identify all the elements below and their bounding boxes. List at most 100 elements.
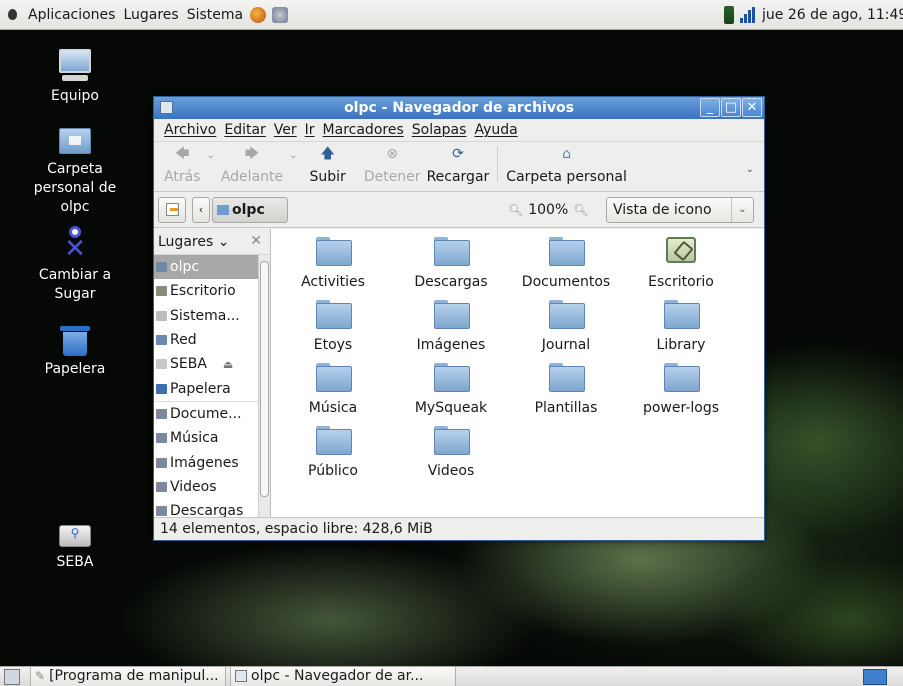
zoom-level[interactable]: 100% bbox=[528, 202, 568, 218]
desktop-icon-home[interactable]: Carpeta personal de olpc bbox=[20, 124, 130, 217]
menu-marcadores[interactable]: Marcadores bbox=[323, 122, 404, 138]
close-button[interactable]: ✕ bbox=[742, 98, 762, 117]
computer-icon bbox=[57, 47, 93, 83]
menu-aplicaciones[interactable]: Aplicaciones bbox=[27, 7, 116, 23]
folder-icon bbox=[316, 426, 352, 455]
toolbar-separator bbox=[497, 145, 499, 182]
workspace-switcher[interactable] bbox=[863, 669, 887, 685]
window-menu-icon[interactable] bbox=[160, 101, 173, 114]
home-icon: ⌂ bbox=[562, 146, 572, 162]
stop-button[interactable]: ⊗ Detener bbox=[358, 145, 427, 185]
file-item[interactable]: power-logs bbox=[622, 363, 740, 416]
path-button-olpc[interactable]: olpc bbox=[212, 196, 288, 223]
file-item[interactable]: Activities bbox=[274, 237, 392, 290]
desktop-icon-label: Equipo bbox=[51, 88, 99, 104]
reload-button[interactable]: ⟳ Recargar bbox=[427, 145, 496, 185]
file-item[interactable]: Público bbox=[274, 426, 392, 479]
sidebar-scrollbar[interactable] bbox=[258, 255, 270, 517]
sidebar-item-descargas[interactable]: Descargas bbox=[154, 499, 270, 517]
edit-location-icon bbox=[165, 203, 179, 216]
browser-launcher-icon[interactable] bbox=[250, 6, 267, 23]
file-item[interactable]: Documentos bbox=[507, 237, 625, 290]
icon-view: Activities Descargas Documentos Escritor… bbox=[271, 229, 764, 517]
eject-icon[interactable]: ⏏ bbox=[223, 358, 233, 371]
file-item[interactable]: Imágenes bbox=[392, 300, 510, 353]
menu-lugares[interactable]: Lugares bbox=[122, 7, 179, 23]
sidebar-item-papelera[interactable]: Papelera bbox=[154, 376, 270, 400]
file-item[interactable]: MySqueak bbox=[392, 363, 510, 416]
scrollbar-thumb[interactable] bbox=[260, 261, 269, 497]
sidebar-type-select[interactable]: Lugares ⌄ bbox=[158, 234, 229, 250]
usb-drive-icon: ⚲ bbox=[59, 523, 91, 549]
desktop-icon-equipo[interactable]: Equipo bbox=[20, 47, 130, 106]
folder-icon bbox=[434, 300, 470, 329]
menu-solapas[interactable]: Solapas bbox=[412, 122, 467, 138]
back-button[interactable]: 🡄 Atrás bbox=[158, 145, 206, 185]
arrow-right-icon: 🡆 bbox=[244, 146, 260, 162]
show-desktop-icon[interactable] bbox=[4, 668, 20, 685]
chevron-down-icon: ⌄ bbox=[731, 198, 753, 222]
sidebar-item-imagenes[interactable]: Imágenes bbox=[154, 450, 270, 474]
home-button[interactable]: ⌂ Carpeta personal bbox=[500, 145, 633, 185]
taskbar-button-programa[interactable]: ✎ [Programa de manipul... bbox=[30, 666, 226, 686]
file-item[interactable]: Plantillas bbox=[507, 363, 625, 416]
sidebar-item-musica[interactable]: Música bbox=[154, 426, 270, 450]
up-button[interactable]: 🡅 Subir bbox=[304, 145, 352, 185]
sidebar-item-olpc[interactable]: olpc bbox=[154, 255, 270, 280]
network-signal-icon[interactable] bbox=[740, 7, 756, 23]
sidebar-item-sistema[interactable]: Sistema... bbox=[154, 304, 270, 328]
file-item[interactable]: Música bbox=[274, 363, 392, 416]
zoom-in-icon[interactable]: 🔍︎ bbox=[573, 203, 588, 217]
sidebar-item-red[interactable]: Red bbox=[154, 328, 270, 352]
menu-sistema[interactable]: Sistema bbox=[186, 7, 244, 23]
location-bar: ‹ olpc 🔍︎ 100% 🔍︎ Vista de icono ⌄ bbox=[154, 192, 764, 228]
file-item[interactable]: Escritorio bbox=[622, 237, 740, 290]
status-bar: 14 elementos, espacio libre: 428,6 MiB bbox=[154, 517, 764, 540]
window-titlebar[interactable]: olpc - Navegador de archivos _ □ ✕ bbox=[154, 97, 764, 119]
toolbar: 🡄 Atrás ⌄ 🡆 Adelante ⌄ 🡅 Subir ⊗ Detener… bbox=[154, 142, 764, 192]
forward-history-dropdown-icon[interactable]: ⌄ bbox=[289, 150, 297, 161]
window-title: olpc - Navegador de archivos bbox=[344, 100, 574, 116]
back-history-dropdown-icon[interactable]: ⌄ bbox=[206, 150, 214, 161]
toolbar-overflow-icon[interactable]: ⌄ bbox=[746, 164, 754, 175]
close-sidebar-icon[interactable]: ✕ bbox=[250, 233, 262, 249]
sidebar-item-videos[interactable]: Videos bbox=[154, 475, 270, 499]
menu-archivo[interactable]: Archivo bbox=[164, 122, 216, 138]
desktop-icon-seba[interactable]: ⚲ SEBA bbox=[20, 523, 130, 572]
view-mode-select[interactable]: Vista de icono ⌄ bbox=[606, 197, 754, 223]
desktop-icon-sugar[interactable]: ✕ Cambiar a Sugar bbox=[20, 226, 130, 304]
file-item[interactable]: Videos bbox=[392, 426, 510, 479]
menu-editar[interactable]: Editar bbox=[224, 122, 265, 138]
menu-ir[interactable]: Ir bbox=[305, 122, 315, 138]
maximize-button[interactable]: □ bbox=[721, 98, 741, 117]
desktop-icon-label: Cambiar a Sugar bbox=[38, 267, 112, 302]
path-scroll-left-button[interactable]: ‹ bbox=[192, 196, 210, 223]
sidebar-item-escritorio[interactable]: Escritorio bbox=[154, 279, 270, 303]
taskbar-button-file-manager[interactable]: olpc - Navegador de ar... bbox=[230, 666, 456, 686]
folder-icon bbox=[156, 506, 167, 517]
menu-ayuda[interactable]: Ayuda bbox=[474, 122, 517, 138]
file-item[interactable]: Descargas bbox=[392, 237, 510, 290]
file-item[interactable]: Etoys bbox=[274, 300, 392, 353]
file-item[interactable]: Library bbox=[622, 300, 740, 353]
file-item[interactable]: Journal bbox=[507, 300, 625, 353]
home-folder-icon bbox=[57, 124, 93, 156]
sidebar-item-seba[interactable]: SEBA ⏏ bbox=[154, 352, 270, 376]
toggle-location-button[interactable] bbox=[158, 196, 186, 223]
desktop-icon-trash[interactable]: Papelera bbox=[20, 326, 130, 379]
file-manager-icon bbox=[235, 670, 247, 682]
battery-icon[interactable] bbox=[724, 6, 734, 24]
forward-button[interactable]: 🡆 Adelante bbox=[215, 145, 289, 185]
gnome-foot-icon[interactable] bbox=[5, 7, 21, 23]
sugar-xo-icon: ✕ bbox=[60, 226, 90, 262]
clock[interactable]: jue 26 de ago, 11:49 bbox=[762, 7, 903, 23]
folder-icon bbox=[156, 433, 167, 444]
top-panel: Aplicaciones Lugares Sistema jue 26 de a… bbox=[0, 0, 903, 30]
mail-launcher-icon[interactable] bbox=[272, 6, 289, 23]
sidebar-item-documentos[interactable]: Docume... bbox=[154, 402, 270, 426]
menu-ver[interactable]: Ver bbox=[274, 122, 297, 138]
filesystem-icon bbox=[156, 310, 167, 321]
desktop-icon-label: SEBA bbox=[56, 554, 94, 570]
minimize-button[interactable]: _ bbox=[700, 98, 720, 117]
zoom-out-icon[interactable]: 🔍︎ bbox=[508, 203, 523, 217]
